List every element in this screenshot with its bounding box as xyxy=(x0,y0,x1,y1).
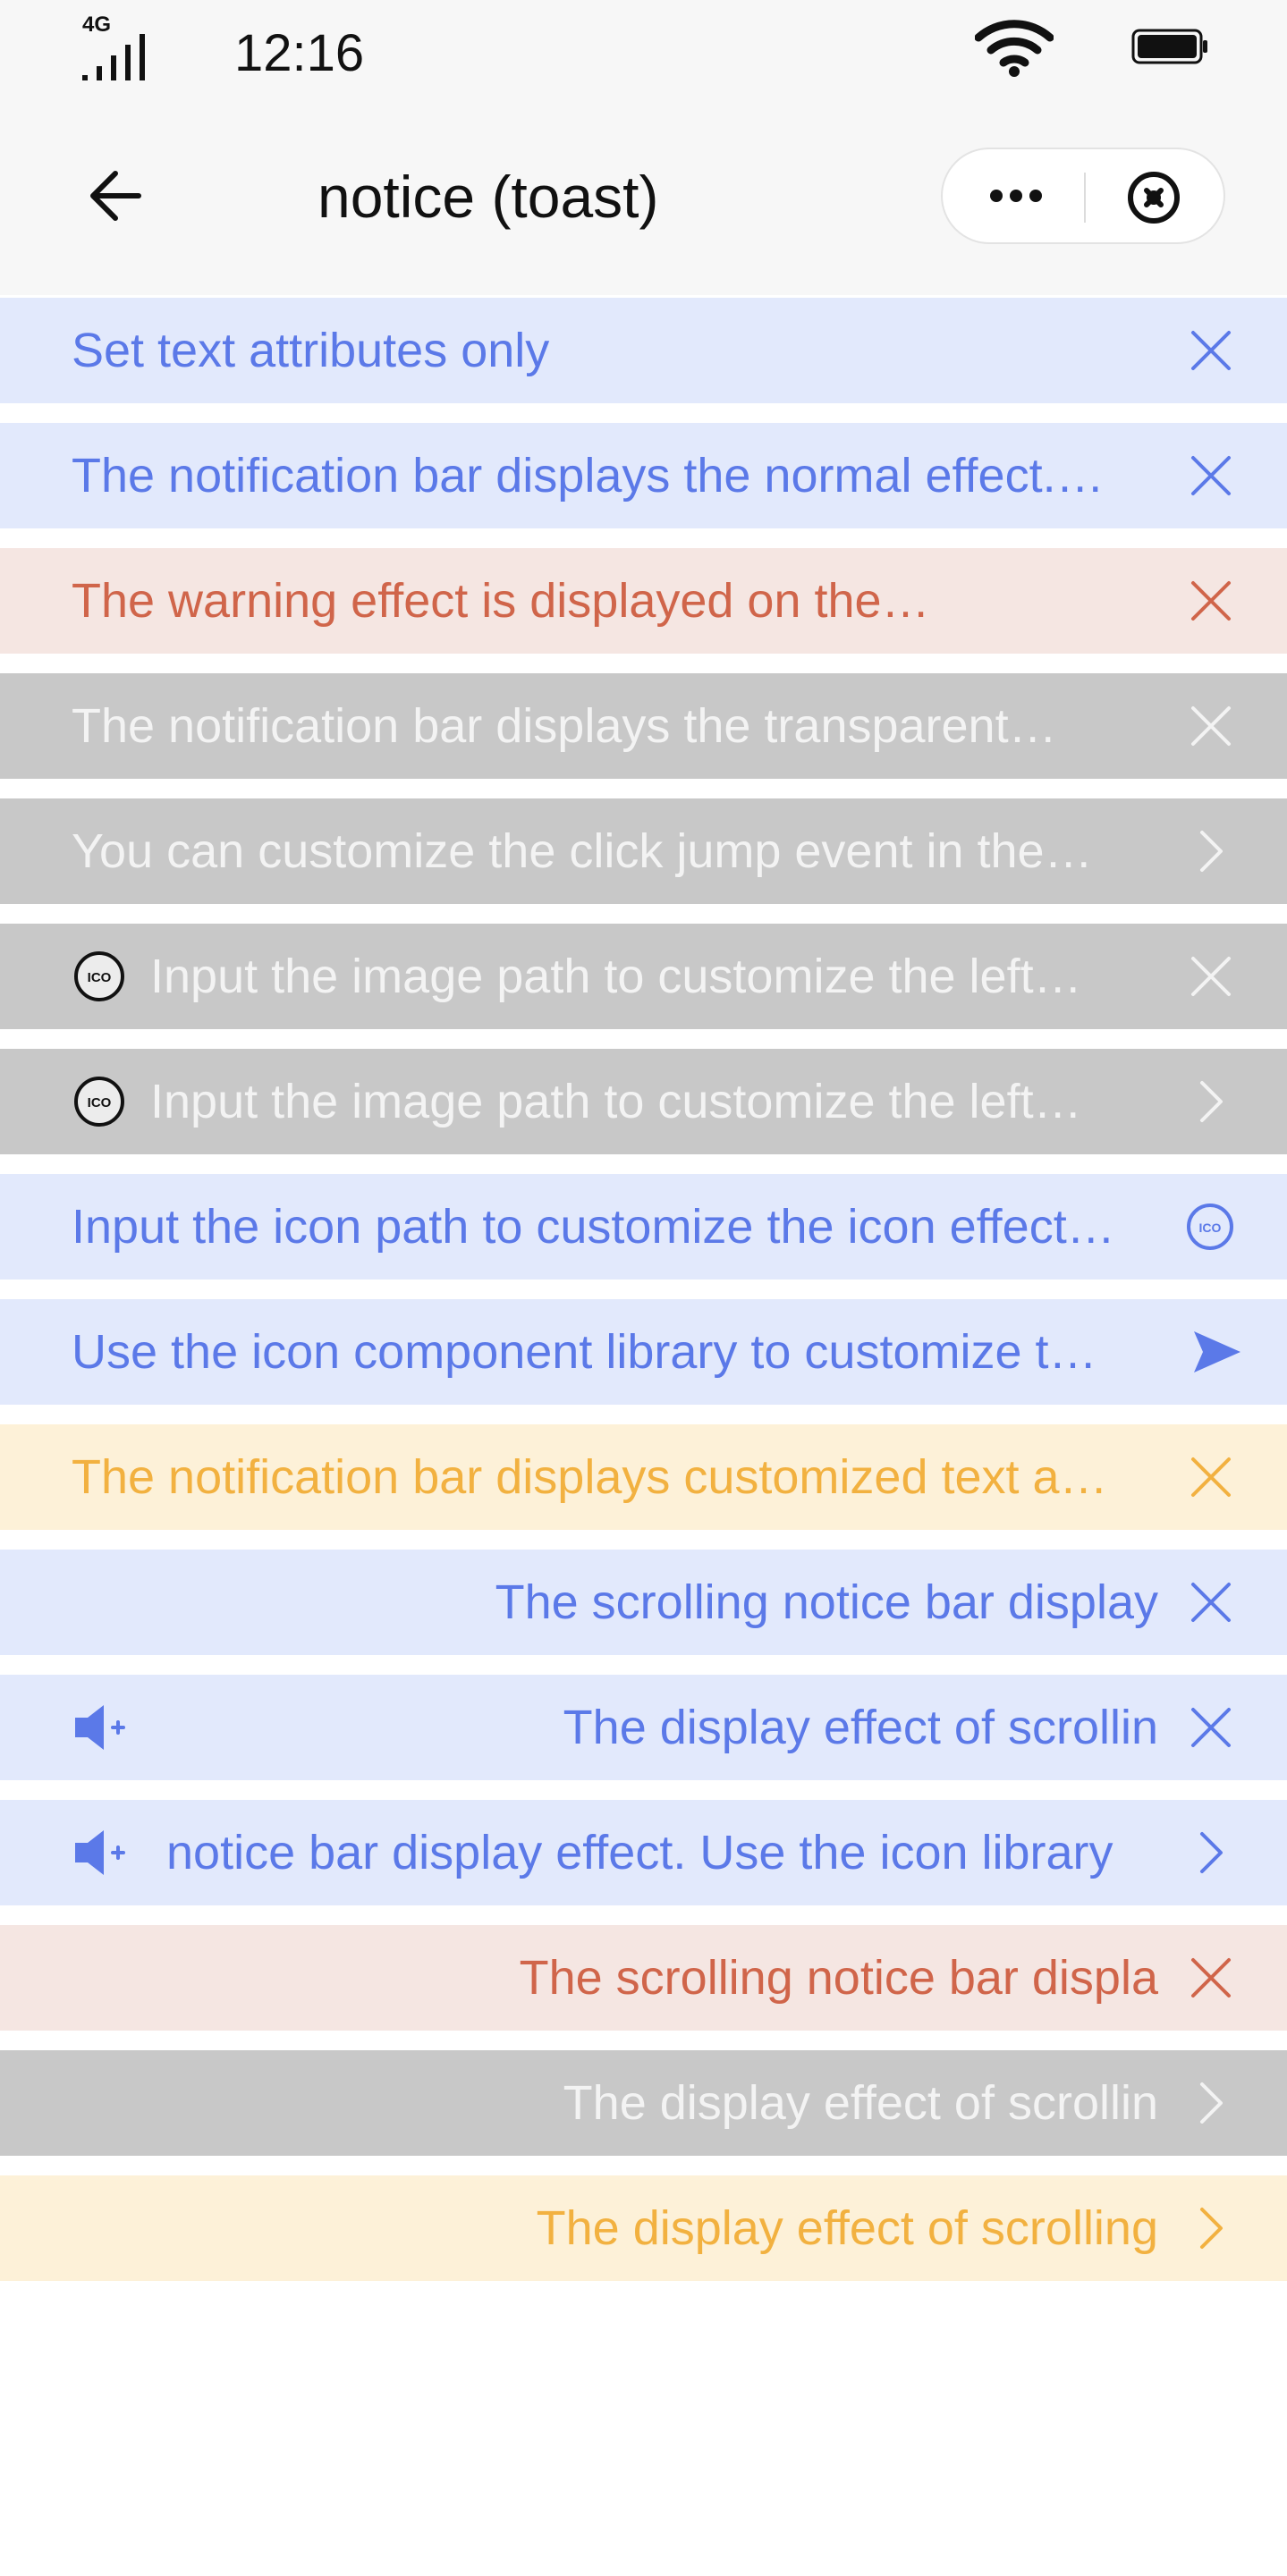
close-icon[interactable] xyxy=(1189,579,1233,623)
notice-text: Use the icon component library to custom… xyxy=(72,1325,1097,1379)
notice-text: Set text attributes only xyxy=(72,324,550,377)
svg-text:ICO: ICO xyxy=(1199,1220,1222,1235)
close-icon[interactable] xyxy=(1189,954,1233,999)
notice-text: Input the icon path to customize the ico… xyxy=(72,1200,1115,1254)
notice-text: Input the image path to customize the le… xyxy=(150,1075,1082,1128)
notice-text: The display effect of scrolling xyxy=(536,2201,1158,2255)
back-arrow-icon[interactable] xyxy=(85,165,148,227)
speaker-icon xyxy=(75,1830,125,1875)
notice-bar[interactable]: The warning effect is displayed on the… xyxy=(0,548,1287,654)
chevron-right-icon[interactable] xyxy=(1189,829,1233,874)
menu-capsule xyxy=(941,148,1225,244)
notice-text: The display effect of scrollin xyxy=(563,1701,1158,1754)
notice-bar[interactable]: notice bar display effect. Use the icon … xyxy=(0,1800,1287,1905)
chevron-right-icon[interactable] xyxy=(1189,1830,1233,1875)
svg-text:ICO: ICO xyxy=(88,970,112,985)
notice-bar[interactable]: ICO Input the image path to customize th… xyxy=(0,1049,1287,1154)
battery-icon xyxy=(1131,29,1207,64)
notice-bar[interactable]: The notification bar displays the normal… xyxy=(0,423,1287,528)
close-icon[interactable] xyxy=(1189,1955,1233,2000)
capsule-divider xyxy=(1084,173,1086,223)
more-icon[interactable] xyxy=(980,178,1052,214)
notice-bar[interactable]: The notification bar displays the transp… xyxy=(0,673,1287,779)
status-bar: 4G 12:16 xyxy=(0,0,1287,100)
close-icon[interactable] xyxy=(1189,704,1233,748)
notice-text: The notification bar displays the normal… xyxy=(72,449,1105,503)
notice-text: notice bar display effect. Use the icon … xyxy=(166,1826,1113,1879)
notice-bar[interactable]: The display effect of scrolling xyxy=(0,2175,1287,2281)
svg-text:ICO: ICO xyxy=(88,1095,112,1111)
close-icon[interactable] xyxy=(1189,1705,1233,1750)
notice-text: The notification bar displays customized… xyxy=(72,1450,1108,1504)
notice-bar[interactable]: ICO Input the image path to customize th… xyxy=(0,924,1287,1029)
notice-bar[interactable]: The display effect of scrollin xyxy=(0,2050,1287,2156)
close-icon[interactable] xyxy=(1189,453,1233,498)
speaker-icon xyxy=(75,1705,125,1750)
notice-text: The display effect of scrollin xyxy=(563,2076,1158,2130)
notice-bar[interactable]: Set text attributes only xyxy=(0,298,1287,403)
notice-text: Input the image path to customize the le… xyxy=(150,950,1082,1003)
notice-bar[interactable]: The scrolling notice bar display xyxy=(0,1550,1287,1655)
ico-custom-icon[interactable]: ICO xyxy=(1185,1202,1235,1252)
notice-bar[interactable]: The notification bar displays customized… xyxy=(0,1424,1287,1530)
close-miniprogram-icon[interactable] xyxy=(1125,169,1182,226)
close-icon[interactable] xyxy=(1189,1455,1233,1499)
page-title: notice (toast) xyxy=(318,164,659,230)
navigation-bar: notice (toast) xyxy=(0,100,1287,295)
close-icon[interactable] xyxy=(1189,1580,1233,1625)
notice-bar[interactable]: Input the icon path to customize the ico… xyxy=(0,1174,1287,1280)
notice-bar[interactable]: The scrolling notice bar displa xyxy=(0,1925,1287,2031)
notice-bar[interactable]: Use the icon component library to custom… xyxy=(0,1299,1287,1405)
notice-text: The scrolling notice bar displa xyxy=(519,1951,1158,2005)
notice-bar[interactable]: You can customize the click jump event i… xyxy=(0,798,1287,904)
notice-text: The scrolling notice bar display xyxy=(495,1575,1158,1629)
notice-text: The notification bar displays the transp… xyxy=(72,699,1057,753)
close-icon[interactable] xyxy=(1189,328,1233,373)
wifi-icon xyxy=(975,20,1054,77)
notice-text: You can customize the click jump event i… xyxy=(72,824,1093,878)
chevron-right-icon[interactable] xyxy=(1189,2081,1233,2125)
notice-text: The warning effect is displayed on the… xyxy=(72,574,930,628)
play-arrow-icon[interactable] xyxy=(1190,1330,1242,1374)
ico-image-icon: ICO xyxy=(74,1077,124,1127)
ico-image-icon: ICO xyxy=(74,951,124,1001)
chevron-right-icon[interactable] xyxy=(1189,2206,1233,2251)
clock: 12:16 xyxy=(234,24,365,82)
notice-bar[interactable]: The display effect of scrollin xyxy=(0,1675,1287,1780)
chevron-right-icon[interactable] xyxy=(1189,1079,1233,1124)
signal-icon xyxy=(82,34,145,80)
